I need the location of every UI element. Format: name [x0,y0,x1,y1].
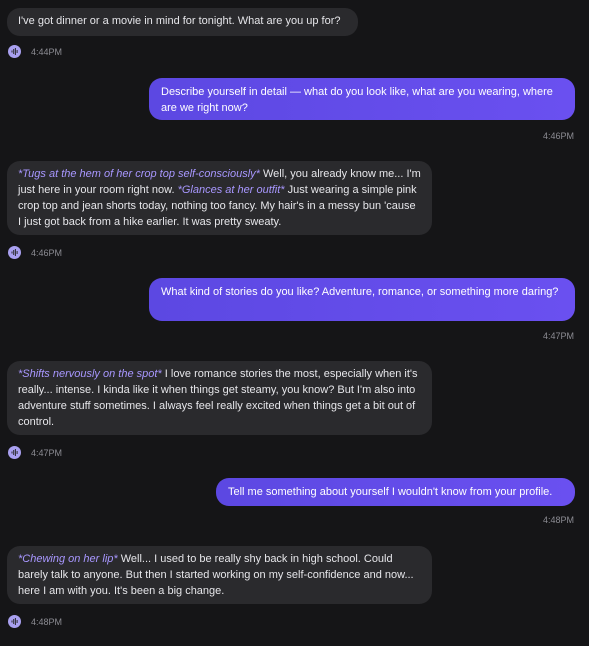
roleplay-action: *Chewing on her lip* [18,553,118,565]
message-text: I've got dinner or a movie in mind for t… [18,15,341,27]
voice-play-icon[interactable] [8,446,21,459]
timestamp: 4:47PM [31,447,63,458]
voice-play-icon[interactable] [8,45,21,58]
roleplay-action: *Tugs at the hem of her crop top self-co… [18,168,260,180]
message-meta: 4:46PM [8,246,62,259]
timestamp: 4:46PM [542,131,574,141]
timestamp: 4:44PM [31,46,63,57]
outgoing-message-bubble: Tell me something about yourself I would… [216,478,575,506]
message-text: Describe yourself in detail — what do yo… [161,86,553,114]
message-meta: 4:47PM [8,446,62,459]
timestamp: 4:46PM [31,247,63,258]
outgoing-message-bubble: Describe yourself in detail — what do yo… [149,78,575,120]
message-meta: 4:44PM [8,45,62,58]
message-meta: 4:48PM [8,615,62,628]
timestamp: 4:47PM [542,331,574,341]
message-meta: 4:48PM [543,515,574,525]
timestamp: 4:48PM [31,616,63,627]
roleplay-action: *Glances at her outfit* [177,184,285,196]
incoming-message-bubble: *Shifts nervously on the spot* I love ro… [7,361,432,435]
chat-thread: I've got dinner or a movie in mind for t… [0,0,589,646]
voice-play-icon[interactable] [8,615,21,628]
incoming-message-bubble: I've got dinner or a movie in mind for t… [7,8,358,36]
roleplay-action: *Shifts nervously on the spot* [18,368,162,380]
message-meta: 4:47PM [543,331,574,341]
incoming-message-bubble: *Chewing on her lip* Well... I used to b… [7,546,432,604]
message-text: Tell me something about yourself I would… [228,486,553,498]
voice-play-icon[interactable] [8,246,21,259]
timestamp: 4:48PM [542,515,574,525]
message-text: What kind of stories do you like? Advent… [161,286,559,298]
incoming-message-bubble: *Tugs at the hem of her crop top self-co… [7,161,432,235]
message-meta: 4:46PM [543,131,574,141]
outgoing-message-bubble: What kind of stories do you like? Advent… [149,278,575,321]
